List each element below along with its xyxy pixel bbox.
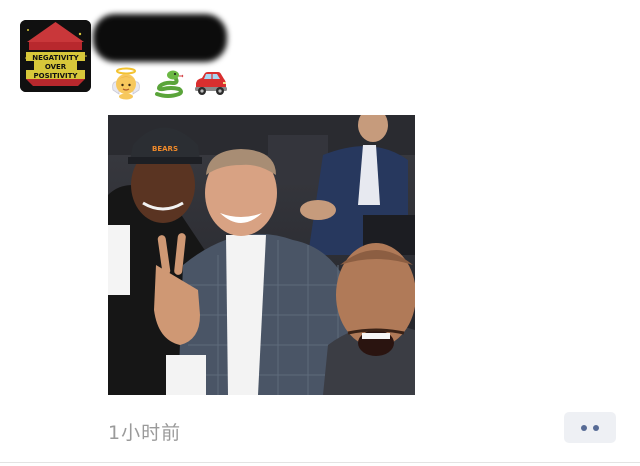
cap-logo-text: BEARS <box>152 145 178 153</box>
baby-angel-icon <box>108 66 144 100</box>
snake-icon <box>150 66 186 100</box>
moments-post: NEGATIVITY OVER POSITIVITY BEARS 1小时前 <box>0 0 640 466</box>
divider <box>0 462 640 463</box>
photo-image: BEARS <box>108 115 415 395</box>
avatar-line-2: OVER <box>44 63 67 71</box>
avatar-line-3: POSITIVITY <box>33 72 78 80</box>
post-timestamp: 1小时前 <box>108 422 182 444</box>
more-dot-icon <box>593 424 599 431</box>
more-actions-button[interactable] <box>564 412 616 443</box>
avatar[interactable]: NEGATIVITY OVER POSITIVITY <box>20 20 91 92</box>
username-redacted[interactable] <box>93 14 227 62</box>
red-car-icon <box>192 66 228 100</box>
post-photo[interactable]: BEARS <box>108 115 415 395</box>
status-icons <box>108 66 228 100</box>
avatar-line-1: NEGATIVITY <box>32 54 79 62</box>
more-dot-icon <box>581 424 587 431</box>
